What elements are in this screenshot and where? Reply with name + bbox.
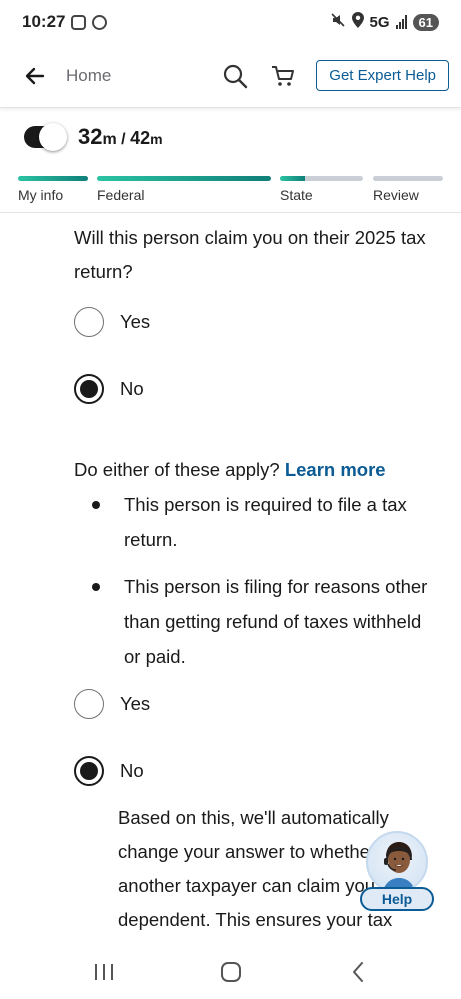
step-label: Review	[373, 187, 419, 203]
radio-button[interactable]	[74, 689, 104, 719]
cart-button[interactable]	[268, 61, 298, 91]
question-1-text: Will this person claim you on their 2025…	[74, 227, 426, 282]
step-fill	[97, 176, 271, 181]
search-button[interactable]	[220, 61, 250, 91]
timer-total: 42	[130, 128, 151, 148]
timer-separator: /	[116, 131, 131, 148]
recents-button[interactable]	[84, 952, 124, 992]
question-2-text: Do either of these apply? Learn more	[74, 453, 444, 487]
option-label: No	[120, 378, 144, 399]
network-type: 5G	[369, 13, 390, 31]
step-my-info[interactable]: My info	[18, 176, 88, 203]
step-federal[interactable]: Federal	[97, 176, 271, 203]
status-bar: 10:27 5G 61	[0, 0, 461, 44]
status-time: 10:27	[22, 12, 66, 31]
list-item: This person is required to file a tax re…	[92, 487, 432, 557]
agent-avatar-icon	[366, 831, 428, 893]
step-label: My info	[18, 187, 64, 203]
location-icon	[351, 12, 364, 32]
help-label: Help	[360, 887, 434, 911]
back-button[interactable]	[20, 61, 50, 91]
timer-toggle[interactable]	[24, 123, 67, 151]
option-label: Yes	[120, 693, 151, 714]
step-label: Federal	[97, 187, 145, 203]
step-fill	[280, 176, 305, 181]
home-circle-icon	[220, 962, 241, 982]
home-button[interactable]	[211, 952, 251, 992]
battery-icon: 61	[412, 13, 439, 31]
radio-button[interactable]	[74, 307, 104, 337]
list-item: This person is filing for reasons other …	[92, 569, 432, 674]
mute-icon	[330, 12, 346, 32]
chevron-left-icon	[352, 962, 363, 982]
step-fill	[18, 176, 88, 181]
question-2-label: Do either of these apply?	[74, 459, 280, 480]
step-label: State	[280, 187, 313, 203]
timer-row: 32m / 42m	[24, 123, 163, 151]
timer-total-unit: m	[150, 131, 163, 147]
toggle-knob	[39, 123, 67, 151]
app-header: Home Get Expert Help	[0, 44, 461, 108]
home-link[interactable]: Home	[66, 66, 220, 86]
radio-button[interactable]	[74, 374, 104, 404]
search-icon	[224, 64, 248, 88]
q1-option-yes[interactable]: Yes	[74, 307, 150, 337]
learn-more-link[interactable]: Learn more	[285, 459, 386, 480]
timer-elapsed-unit: m	[102, 131, 117, 148]
q2-option-no[interactable]: No	[74, 756, 144, 786]
option-label: Yes	[120, 311, 151, 332]
conditions-list: This person is required to file a tax re…	[92, 487, 432, 686]
help-widget[interactable]: Help	[358, 831, 436, 913]
get-expert-help-button[interactable]: Get Expert Help	[316, 60, 449, 91]
system-back-button[interactable]	[338, 952, 378, 992]
cart-icon	[272, 65, 295, 86]
system-nav-bar	[0, 945, 461, 999]
option-label: No	[120, 760, 144, 781]
threads-icon	[92, 14, 108, 30]
q1-option-no[interactable]: No	[74, 374, 144, 404]
q2-option-yes[interactable]: Yes	[74, 689, 150, 719]
radio-button[interactable]	[74, 756, 104, 786]
instagram-icon	[71, 14, 87, 30]
signal-icon	[395, 15, 407, 29]
progress-tracker: My info Federal State Review	[18, 176, 443, 212]
step-state[interactable]: State	[280, 176, 363, 203]
step-review[interactable]: Review	[373, 176, 443, 203]
timer-text: 32m / 42m	[78, 124, 163, 150]
recents-icon	[94, 964, 113, 980]
arrow-left-icon	[25, 67, 45, 84]
timer-elapsed: 32	[78, 124, 103, 149]
